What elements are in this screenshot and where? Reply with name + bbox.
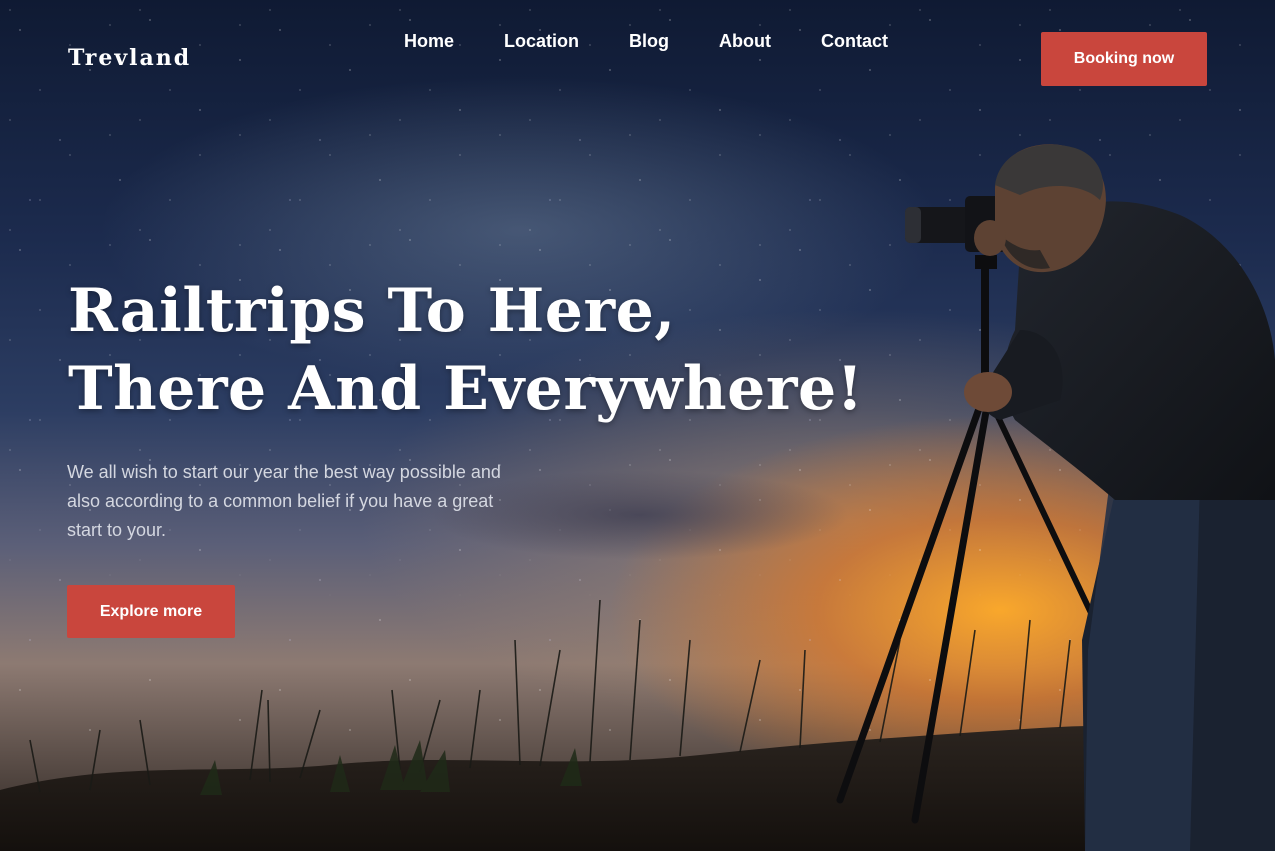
nav-item-location[interactable]: Location xyxy=(504,30,579,52)
hero-section: Trevland Home Location Blog About Contac… xyxy=(0,0,1275,851)
nav-item-home[interactable]: Home xyxy=(404,30,454,52)
hero-headline-line1: Railtrips To Here, xyxy=(68,276,676,346)
booking-button[interactable]: Booking now xyxy=(1041,32,1207,86)
main-nav: Home Location Blog About Contact xyxy=(404,30,888,52)
nav-item-blog[interactable]: Blog xyxy=(629,30,669,52)
hero-subtext: We all wish to start our year the best w… xyxy=(67,462,501,540)
brand-logo[interactable]: Trevland xyxy=(68,45,191,71)
hero-headline-line2: There And Everywhere! xyxy=(68,354,864,424)
nav-item-about[interactable]: About xyxy=(719,30,771,52)
nav-item-contact[interactable]: Contact xyxy=(821,30,888,52)
explore-more-button[interactable]: Explore more xyxy=(67,585,235,638)
hero-headline: Railtrips To Here, There And Everywhere! xyxy=(68,272,863,428)
